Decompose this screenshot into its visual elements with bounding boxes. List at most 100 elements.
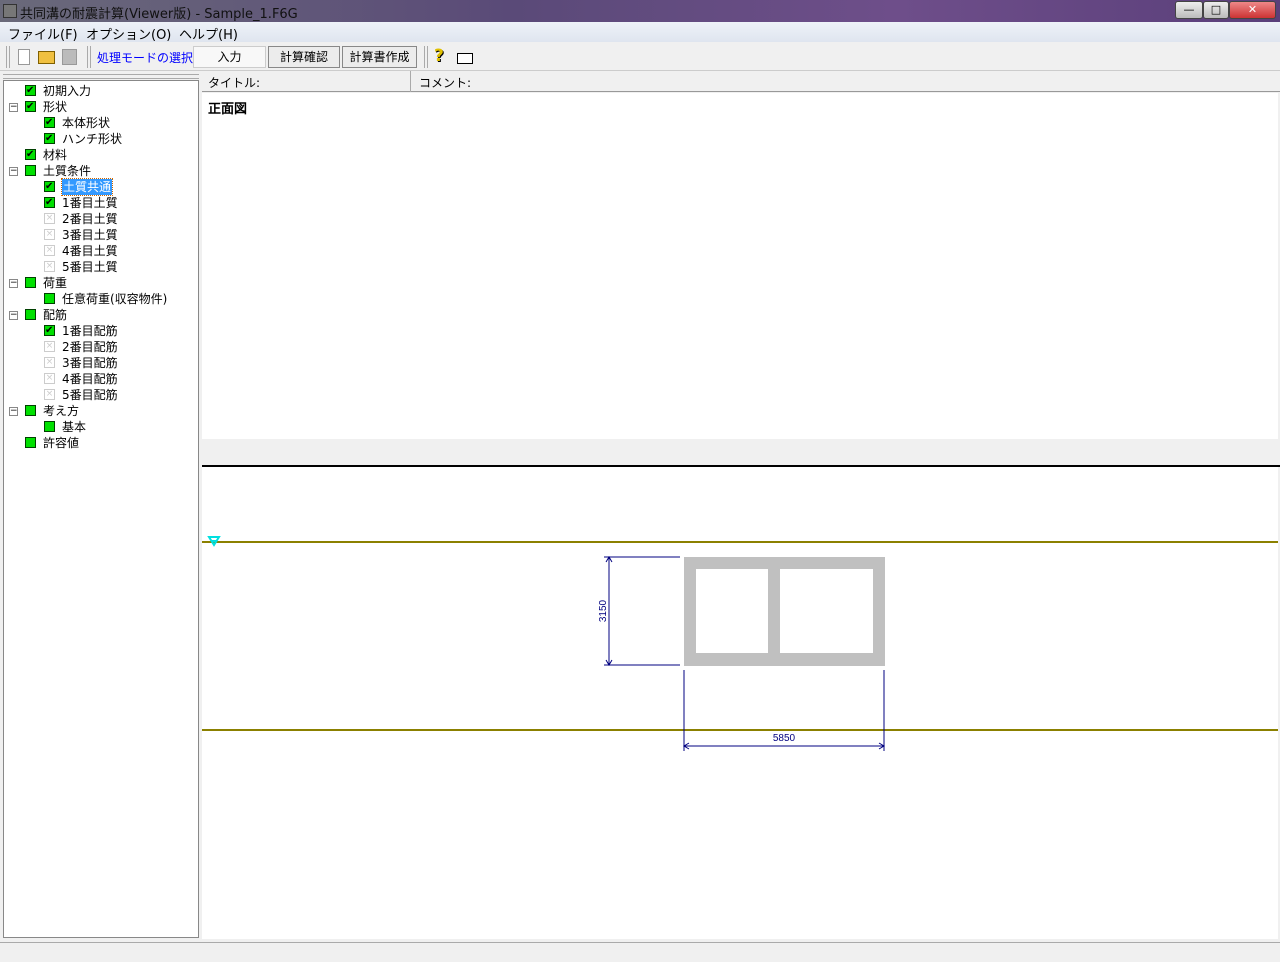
section-drawing: 3150 5850: [202, 536, 1278, 751]
window-title: 共同溝の耐震計算(Viewer版) - Sample_1.F6G: [20, 7, 298, 22]
disabled-status-icon: ×: [44, 373, 55, 384]
tree-item-label: 許容値: [43, 436, 80, 450]
tree-item-label: 2番目土質: [62, 212, 118, 226]
tree-item[interactable]: − 荷重: [4, 275, 194, 291]
checked-status-icon: [44, 323, 55, 339]
disabled-status-icon: ×: [44, 341, 55, 352]
checked-status-icon: [44, 131, 55, 147]
minimize-button[interactable]: —: [1175, 1, 1203, 19]
open-folder-icon[interactable]: [38, 51, 55, 64]
disabled-status-icon: ×: [44, 245, 55, 256]
checked-status-icon: [44, 115, 55, 131]
tree-item-label: 土質共通: [60, 178, 114, 196]
tree-item[interactable]: − 考え方: [4, 403, 194, 419]
tree-item-label: 初期入力: [43, 84, 92, 98]
tree-item-label: 1番目配筋: [62, 324, 118, 338]
tree-item[interactable]: 材料: [4, 147, 194, 163]
menu-options[interactable]: オプション(O): [86, 24, 171, 43]
tree-item[interactable]: × 4番目配筋: [4, 371, 194, 387]
mode-report-button[interactable]: 計算書作成: [342, 46, 417, 68]
collapse-icon[interactable]: −: [9, 167, 18, 176]
collapse-icon[interactable]: −: [9, 407, 18, 416]
tree-item[interactable]: 土質共通: [4, 178, 194, 196]
checked-status-icon: [44, 179, 55, 195]
input-tree[interactable]: 初期入力 − 形状本体形状ハンチ形状材料 − 土質条件土質共通1番目土質 × 2番目土質 × 3…: [3, 80, 199, 938]
tree-item-label: 配筋: [43, 308, 68, 322]
info-header: タイトル: コメント:: [202, 71, 1280, 92]
tree-item[interactable]: 基本: [4, 419, 194, 435]
tree-item-label: 本体形状: [62, 116, 111, 130]
disabled-status-icon: ×: [44, 261, 55, 272]
tree-item[interactable]: − 形状: [4, 99, 194, 115]
tree-item-label: 材料: [43, 148, 68, 162]
status-icon: [25, 405, 36, 416]
tree-item[interactable]: − 配筋: [4, 307, 194, 323]
collapse-icon[interactable]: −: [9, 279, 18, 288]
tree-item[interactable]: 1番目配筋: [4, 323, 194, 339]
disabled-status-icon: ×: [44, 357, 55, 368]
tree-item[interactable]: × 5番目土質: [4, 259, 194, 275]
tree-item-label: ハンチ形状: [62, 132, 123, 146]
maximize-button[interactable]: □: [1203, 1, 1229, 19]
title-bar: 共同溝の耐震計算(Viewer版) - Sample_1.F6G — □ ✕: [0, 0, 1280, 22]
toolbar: 処理モードの選択 入力 計算確認 計算書作成 ?: [0, 43, 1280, 71]
mode-check-button[interactable]: 計算確認: [268, 46, 340, 68]
tree-item[interactable]: − 土質条件: [4, 163, 194, 179]
width-dimension-label: 5850: [773, 733, 796, 744]
title-label: タイトル:: [208, 76, 261, 90]
status-icon: [44, 293, 55, 304]
tree-item-label: 1番目土質: [62, 196, 118, 210]
tree-item-label: 土質条件: [43, 164, 92, 178]
collapse-icon[interactable]: −: [9, 103, 18, 112]
drawing-panel: 3150 5850: [202, 467, 1278, 939]
disabled-status-icon: ×: [44, 213, 55, 224]
status-icon: [25, 277, 36, 288]
help-icon[interactable]: ?: [434, 46, 444, 66]
tree-item-label: 5番目土質: [62, 260, 118, 274]
front-view-heading: 正面図: [208, 102, 248, 117]
status-icon: [25, 165, 36, 176]
menu-help[interactable]: ヘルプ(H): [179, 24, 238, 43]
tree-item[interactable]: × 3番目配筋: [4, 355, 194, 371]
tree-item-label: 荷重: [43, 276, 68, 290]
tree-item-label: 4番目配筋: [62, 372, 118, 386]
mode-select-label: 処理モードの選択: [97, 51, 194, 65]
tree-item[interactable]: × 2番目土質: [4, 211, 194, 227]
front-view-panel: 正面図: [202, 93, 1278, 439]
new-file-icon[interactable]: [18, 49, 30, 65]
tree-item[interactable]: ハンチ形状: [4, 131, 194, 147]
water-level-icon: [207, 536, 221, 547]
tree-item[interactable]: × 3番目土質: [4, 227, 194, 243]
tree-item[interactable]: × 5番目配筋: [4, 387, 194, 403]
save-icon[interactable]: [62, 49, 77, 65]
toolbar-grip[interactable]: [424, 46, 428, 68]
height-dimension-label: 3150: [598, 599, 609, 622]
tree-item-label: 任意荷重(収容物件): [62, 292, 168, 306]
tree-item-label: 考え方: [43, 404, 80, 418]
close-button[interactable]: ✕: [1229, 1, 1276, 19]
tree-item[interactable]: × 2番目配筋: [4, 339, 194, 355]
tree-item-label: 2番目配筋: [62, 340, 118, 354]
tree-item-label: 5番目配筋: [62, 388, 118, 402]
status-icon: [44, 421, 55, 432]
tree-item-label: 3番目土質: [62, 228, 118, 242]
toolbar-grip[interactable]: [6, 46, 10, 68]
tree-item[interactable]: 任意荷重(収容物件): [4, 291, 194, 307]
tree-item[interactable]: 初期入力: [4, 83, 194, 99]
tree-item[interactable]: 許容値: [4, 435, 194, 451]
left-cell: [696, 569, 768, 653]
mode-input-button[interactable]: 入力: [193, 46, 266, 68]
collapse-icon[interactable]: −: [9, 311, 18, 320]
about-icon[interactable]: [457, 53, 473, 64]
tree-item[interactable]: 1番目土質: [4, 195, 194, 211]
menu-file[interactable]: ファイル(F): [8, 24, 78, 43]
checked-status-icon: [25, 83, 36, 99]
status-icon: [25, 437, 36, 448]
app-icon: [3, 4, 17, 18]
splitter[interactable]: [202, 439, 1280, 467]
toolbar-grip[interactable]: [87, 46, 91, 68]
tree-item[interactable]: 本体形状: [4, 115, 194, 131]
menu-bar: ファイル(F) オプション(O) ヘルプ(H): [0, 22, 1280, 43]
status-bar: [0, 942, 1280, 962]
tree-item[interactable]: × 4番目土質: [4, 243, 194, 259]
